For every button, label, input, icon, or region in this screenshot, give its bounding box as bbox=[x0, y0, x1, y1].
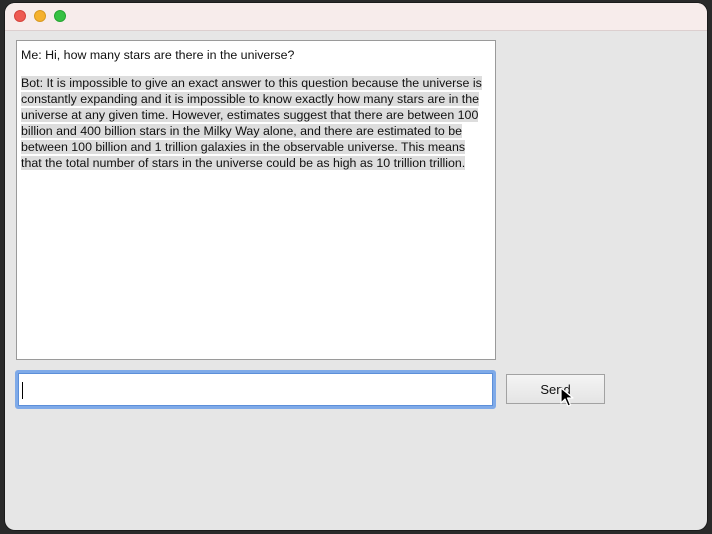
arrow-cursor-icon bbox=[560, 387, 574, 407]
chat-transcript[interactable]: Me: Hi, how many stars are there in the … bbox=[16, 40, 496, 360]
app-window: Me: Hi, how many stars are there in the … bbox=[5, 3, 707, 530]
bot-message: Bot: It is impossible to give an exact a… bbox=[21, 75, 489, 171]
bot-message-text: Bot: It is impossible to give an exact a… bbox=[21, 76, 482, 170]
send-button[interactable]: Send bbox=[506, 374, 605, 404]
close-icon[interactable] bbox=[14, 10, 26, 22]
user-message: Me: Hi, how many stars are there in the … bbox=[21, 48, 295, 62]
message-input[interactable] bbox=[15, 370, 496, 409]
text-caret bbox=[22, 382, 23, 399]
minimize-icon[interactable] bbox=[34, 10, 46, 22]
title-bar[interactable] bbox=[5, 3, 707, 31]
maximize-icon[interactable] bbox=[54, 10, 66, 22]
